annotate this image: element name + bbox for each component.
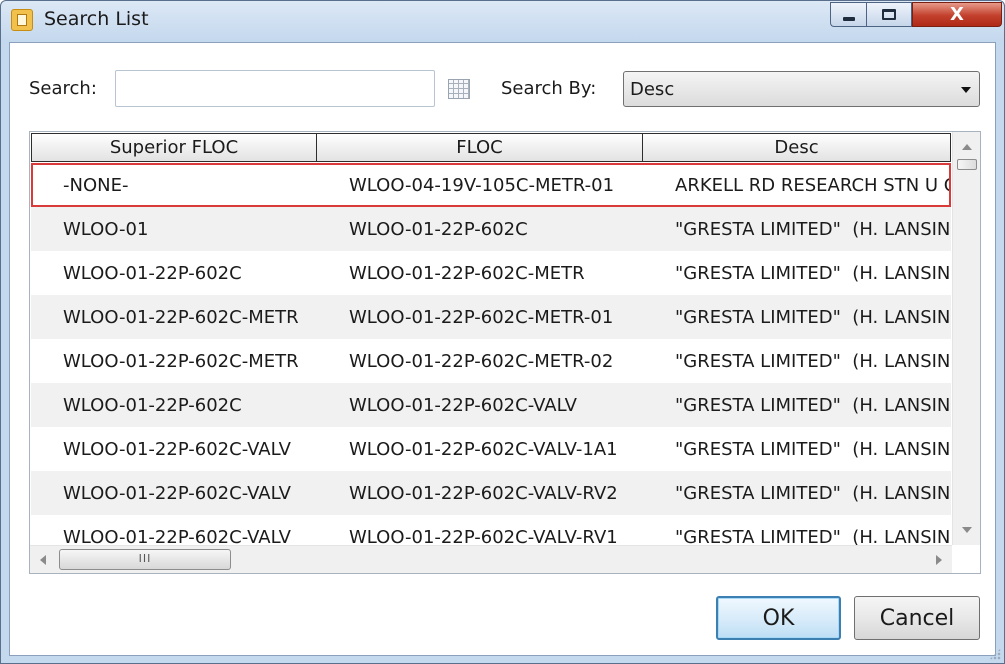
cell-superior-floc: WLOO-01 xyxy=(63,218,149,240)
table-row[interactable]: WLOO-01 WLOO-01-22P-602C "GRESTA LIMITED" … xyxy=(31,207,951,251)
search-by-label: Search By: xyxy=(501,78,597,99)
cell-floc: WLOO-01-22P-602C-METR-01 xyxy=(349,306,614,328)
maximize-button[interactable] xyxy=(866,2,912,27)
column-header-superior-floc[interactable]: Superior FLOC xyxy=(31,133,317,162)
cell-desc: "GRESTA LIMITED" (H. LANSIN xyxy=(675,306,951,328)
cell-superior-floc: WLOO-01-22P-602C-VALV xyxy=(63,526,291,546)
minimize-icon xyxy=(842,16,855,21)
maximize-icon xyxy=(882,9,896,20)
cell-desc: "GRESTA LIMITED" (H. LANSIN xyxy=(675,394,951,416)
cell-superior-floc: WLOO-01-22P-602C-VALV xyxy=(63,482,291,504)
table-row[interactable]: -NONE- WLOO-04-19V-105C-METR-01 ARKELL RD … xyxy=(31,163,951,207)
scroll-down-icon[interactable] xyxy=(962,527,972,533)
table-row[interactable]: WLOO-01-22P-602C WLOO-01-22P-602C-METR "GR… xyxy=(31,251,951,295)
table-row[interactable]: WLOO-01-22P-602C WLOO-01-22P-602C-VALV "GR… xyxy=(31,383,951,427)
cell-superior-floc: WLOO-01-22P-602C-METR xyxy=(63,350,299,372)
vertical-scrollbar[interactable] xyxy=(952,132,980,545)
search-list-dialog: Search List X Search: Search By: Desc Su… xyxy=(0,0,1005,664)
search-by-dropdown[interactable]: Desc xyxy=(623,71,980,107)
title-bar[interactable]: Search List X xyxy=(1,1,1004,41)
close-icon: X xyxy=(950,4,964,25)
cell-desc: "GRESTA LIMITED" (H. LANSIN xyxy=(675,482,951,504)
close-button[interactable]: X xyxy=(912,2,1002,27)
chevron-down-icon xyxy=(961,87,971,93)
cell-floc: WLOO-01-22P-602C xyxy=(349,218,528,240)
table-row[interactable]: WLOO-01-22P-602C-VALV WLOO-01-22P-602C-VA… xyxy=(31,515,951,546)
table-row[interactable]: WLOO-01-22P-602C-METR WLOO-01-22P-602C-ME… xyxy=(31,339,951,383)
cell-desc: "GRESTA LIMITED" (H. LANSIN xyxy=(675,350,951,372)
cell-superior-floc: WLOO-01-22P-602C-VALV xyxy=(63,438,291,460)
scroll-up-icon[interactable] xyxy=(962,144,972,150)
table-row[interactable]: WLOO-01-22P-602C-VALV WLOO-01-22P-602C-VA… xyxy=(31,427,951,471)
results-table: Superior FLOC FLOC Desc -NONE- WLOO-04-19… xyxy=(29,131,981,574)
app-icon xyxy=(11,9,33,31)
cell-desc: "GRESTA LIMITED" (H. LANSIN xyxy=(675,262,951,284)
cell-floc: WLOO-01-22P-602C-METR xyxy=(349,262,585,284)
table-row[interactable]: WLOO-01-22P-602C-VALV WLOO-01-22P-602C-VA… xyxy=(31,471,951,515)
cell-floc: WLOO-01-22P-602C-VALV-1A1 xyxy=(349,438,618,460)
column-header-desc[interactable]: Desc xyxy=(643,133,951,162)
cell-superior-floc: WLOO-01-22P-602C-METR xyxy=(63,306,299,328)
cell-desc: "GRESTA LIMITED" (H. LANSIN xyxy=(675,438,951,460)
cell-floc: WLOO-01-22P-602C-METR-02 xyxy=(349,350,614,372)
table-row[interactable]: WLOO-01-22P-602C-METR WLOO-01-22P-602C-ME… xyxy=(31,295,951,339)
cell-floc: WLOO-01-22P-602C-VALV-RV2 xyxy=(349,482,618,504)
vertical-scroll-thumb[interactable] xyxy=(957,159,977,170)
scroll-right-icon[interactable] xyxy=(936,555,942,565)
window-title: Search List xyxy=(44,8,149,30)
search-input[interactable] xyxy=(115,70,435,107)
cell-superior-floc: -NONE- xyxy=(63,174,129,196)
cell-floc: WLOO-04-19V-105C-METR-01 xyxy=(349,174,615,196)
cell-superior-floc: WLOO-01-22P-602C xyxy=(63,262,242,284)
cancel-button[interactable]: Cancel xyxy=(854,596,980,640)
table-header: Superior FLOC FLOC Desc xyxy=(31,133,951,162)
cell-desc: "GRESTA LIMITED" (H. LANSIN xyxy=(675,526,951,546)
cell-floc: WLOO-01-22P-602C-VALV-RV1 xyxy=(349,526,618,546)
scroll-left-icon[interactable] xyxy=(40,555,46,565)
cell-floc: WLOO-01-22P-602C-VALV xyxy=(349,394,577,416)
cell-desc: ARKELL RD RESEARCH STN U C xyxy=(675,174,951,196)
minimize-button[interactable] xyxy=(830,2,866,27)
horizontal-scroll-thumb[interactable]: III xyxy=(59,549,231,570)
horizontal-scrollbar[interactable]: III xyxy=(30,545,952,573)
cell-superior-floc: WLOO-01-22P-602C xyxy=(63,394,242,416)
dialog-body: Search: Search By: Desc Superior FLOC FL… xyxy=(9,42,996,656)
ok-button[interactable]: OK xyxy=(716,596,841,640)
search-label: Search: xyxy=(29,78,97,99)
table-picker-icon[interactable] xyxy=(448,79,470,99)
search-by-selected: Desc xyxy=(630,79,675,100)
column-header-floc[interactable]: FLOC xyxy=(317,133,643,162)
cell-desc: "GRESTA LIMITED" (H. LANSIN xyxy=(675,218,951,240)
table-body: -NONE- WLOO-04-19V-105C-METR-01 ARKELL RD … xyxy=(31,163,951,545)
